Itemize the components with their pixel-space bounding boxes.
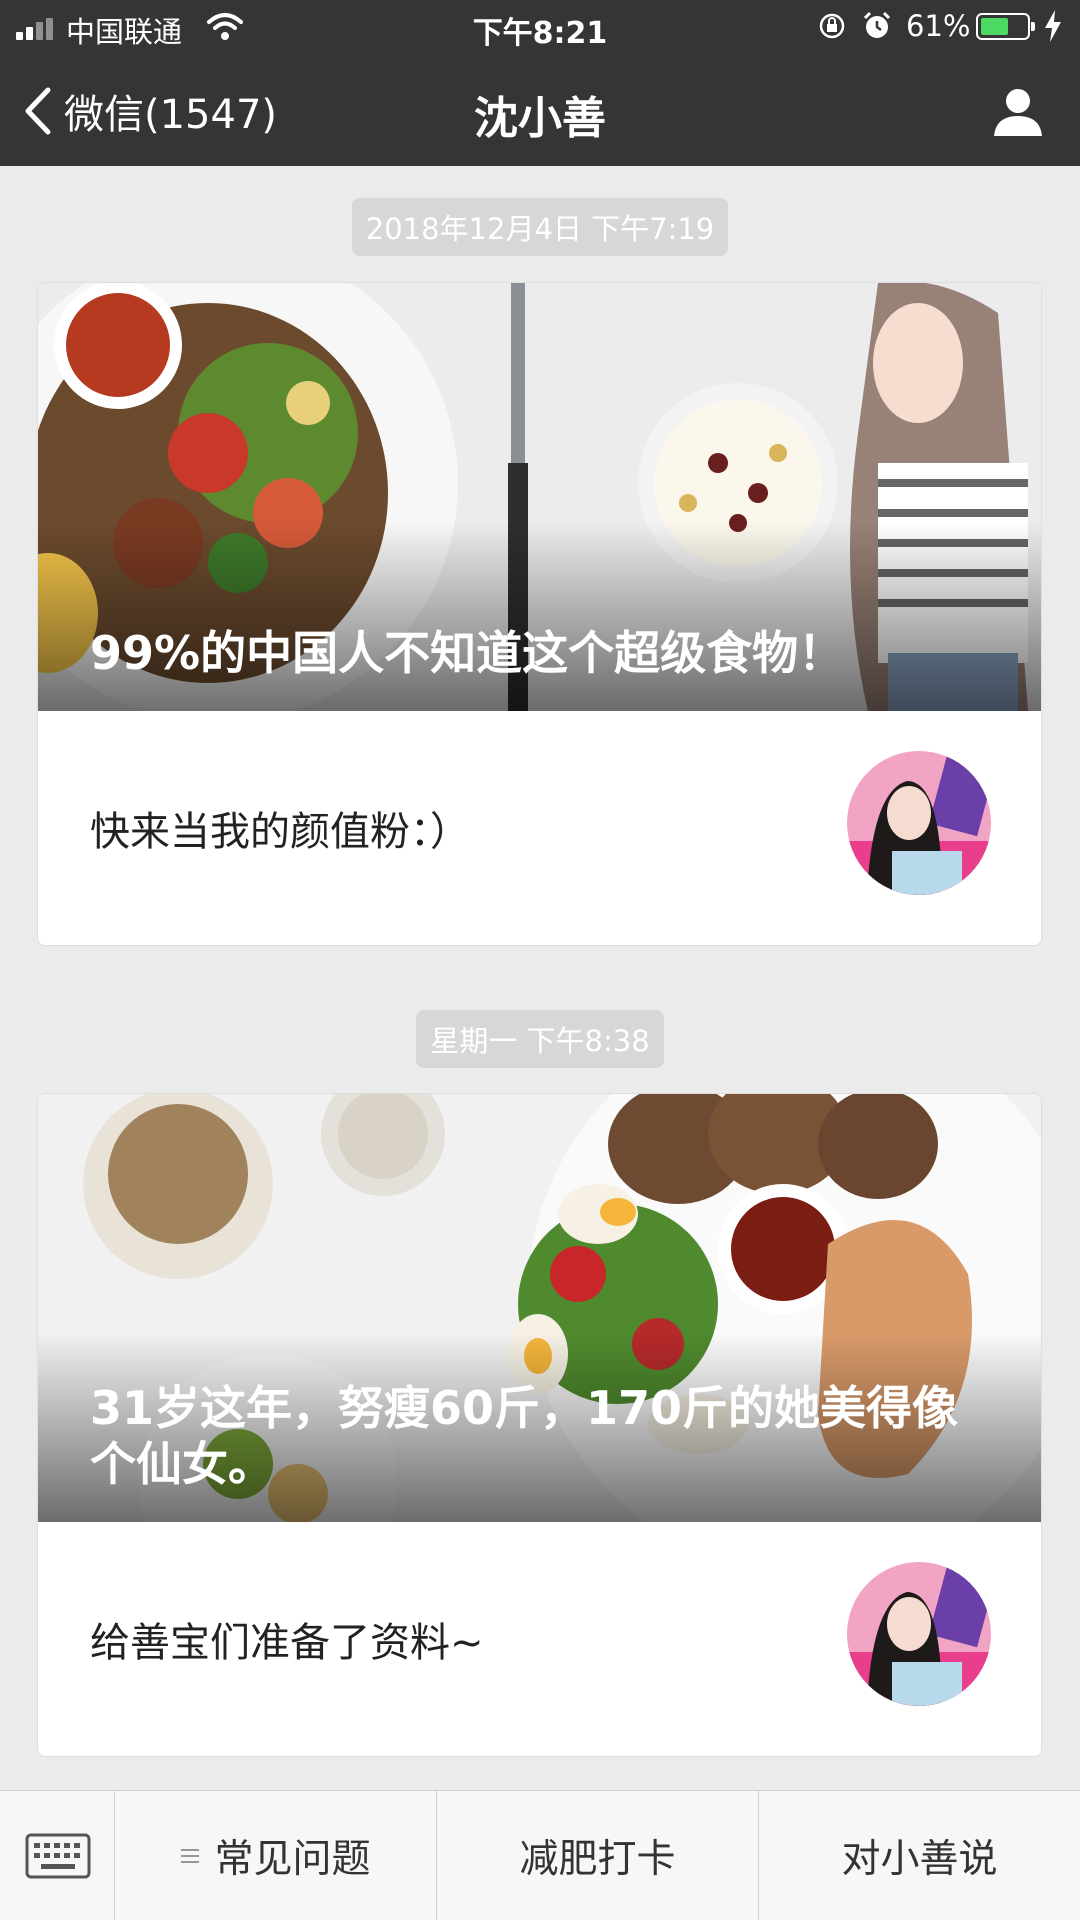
page-title: 沈小善: [474, 93, 606, 144]
menu-item-label: 对小善说: [841, 1836, 998, 1882]
article-summary-row: 给善宝们准备了资料~: [38, 1522, 1041, 1756]
menu-item-faq[interactable]: 常见问题: [115, 1791, 437, 1920]
charging-icon: [1045, 10, 1061, 42]
author-avatar: [847, 751, 991, 895]
keyboard-toggle-button[interactable]: [0, 1791, 115, 1920]
status-bar: 中国联通 下午8:21 61%: [0, 0, 1080, 56]
menu-item-label: 减肥打卡: [519, 1836, 676, 1882]
article-card[interactable]: 99%的中国人不知道这个超级食物！ 快来当我的颜值粉：）: [37, 282, 1042, 946]
rotation-lock-icon: [819, 13, 845, 39]
article-headline: 99%的中国人不知道这个超级食物！: [90, 626, 845, 680]
article-cover-image: 31岁这年，努瘦60斤，170斤的她美得像个仙女。: [38, 1094, 1041, 1522]
nav-bar: 微信(1547) 沈小善: [0, 56, 1080, 166]
keyboard-icon: [25, 1833, 91, 1879]
battery-icon: [976, 13, 1035, 40]
article-headline: 31岁这年，努瘦60斤，170斤的她美得像个仙女。: [90, 1381, 959, 1491]
menu-item-talk[interactable]: 对小善说: [759, 1791, 1080, 1920]
article-summary: 给善宝们准备了资料~: [90, 1620, 484, 1666]
message-timestamp: 星期一 下午8:38: [0, 1010, 1080, 1068]
alarm-icon: [863, 11, 891, 38]
menu-item-checkin[interactable]: 减肥打卡: [437, 1791, 759, 1920]
author-avatar: [847, 1562, 991, 1706]
top-bar: 中国联通 下午8:21 61% 微信(1547) 沈小善: [0, 0, 1080, 166]
article-card[interactable]: 31岁这年，努瘦60斤，170斤的她美得像个仙女。 给善宝们准备了资料~: [37, 1093, 1042, 1757]
battery-percent: 61%: [906, 9, 971, 43]
article-summary-row: 快来当我的颜值粉：）: [38, 711, 1041, 945]
menu-lines-icon: [181, 1848, 200, 1863]
message-timestamp: 2018年12月4日 下午7:19: [0, 198, 1080, 256]
article-summary: 快来当我的颜值粉：）: [90, 809, 470, 855]
menu-item-label: 常见问题: [214, 1836, 371, 1882]
bottom-menu: 常见问题 减肥打卡 对小善说: [0, 1790, 1080, 1920]
person-icon[interactable]: [992, 86, 1044, 138]
article-cover-image: 99%的中国人不知道这个超级食物！: [38, 283, 1041, 711]
